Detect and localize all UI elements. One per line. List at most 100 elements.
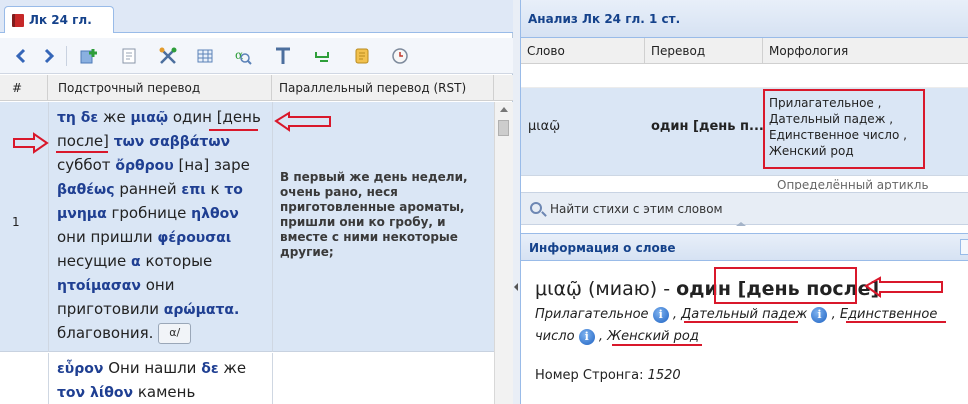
- greek-word[interactable]: μιαῷ: [131, 110, 169, 126]
- analysis-title: Анализ Лк 24 гл. 1 ст.: [528, 12, 681, 26]
- separator: ,: [831, 307, 836, 322]
- panel-toggle-icon[interactable]: [960, 239, 968, 255]
- rus-word: же: [223, 359, 247, 377]
- reading-panel: Лк 24 гл. α # Подстрочный перевод Паралл…: [0, 0, 513, 404]
- rus-word: камень: [137, 383, 196, 401]
- hebrew-icon[interactable]: [311, 45, 333, 67]
- column-header-translation[interactable]: Перевод: [645, 38, 763, 64]
- rus-word: они пришли: [57, 228, 153, 246]
- word-info-title: Информация о слове: [529, 241, 676, 255]
- analysis-row[interactable]: [521, 65, 968, 88]
- book-icon: [12, 14, 24, 27]
- morph-case: Дательный падеж: [681, 307, 808, 322]
- column-divider: [48, 102, 49, 352]
- history-clock-icon[interactable]: [389, 45, 411, 67]
- analysis-translation: один [день п...: [651, 119, 764, 134]
- word-meaning: один [день после]: [676, 278, 880, 300]
- rus-word: благовония.: [57, 324, 154, 342]
- info-icon[interactable]: i: [811, 307, 828, 323]
- find-verses-button[interactable]: Найти стихи с этим словом: [521, 192, 968, 226]
- morph-number-b: число: [535, 329, 575, 344]
- greek-word[interactable]: επι: [181, 182, 205, 198]
- info-icon[interactable]: i: [652, 307, 669, 323]
- scroll-up-arrow-icon[interactable]: [500, 107, 508, 112]
- back-arrow-icon[interactable]: [10, 45, 32, 67]
- column-header-num[interactable]: #: [0, 75, 48, 101]
- strong-number-line: Номер Стронга: 1520: [535, 368, 681, 383]
- greek-search-icon[interactable]: α: [232, 45, 254, 67]
- scroll-icon[interactable]: [351, 45, 373, 67]
- word-dash: -: [663, 278, 671, 300]
- separator: ,: [672, 307, 677, 322]
- column-header-interlinear[interactable]: Подстрочный перевод: [48, 75, 272, 101]
- morph-adjective: Прилагательное: [535, 307, 649, 322]
- table-view-icon[interactable]: [194, 45, 216, 67]
- greek-word[interactable]: εὗρον: [57, 361, 103, 377]
- greek-word[interactable]: ὄρθρου: [115, 158, 173, 174]
- rus-word: которые: [145, 252, 213, 270]
- strong-numbers-button[interactable]: α/: [158, 323, 192, 344]
- toolbar-divider: [66, 46, 67, 66]
- column-header-morphology[interactable]: Морфология: [763, 38, 968, 64]
- search-icon: [530, 202, 542, 214]
- separator: ,: [598, 329, 603, 344]
- greek-word[interactable]: αρώματα.: [164, 302, 240, 318]
- greek-word[interactable]: βαθέως: [57, 182, 115, 198]
- morph-line: Дательный падеж ,: [769, 112, 894, 126]
- greek-word[interactable]: τον λίθον: [57, 385, 133, 401]
- tab-luke-24[interactable]: Лк 24 гл.: [4, 6, 114, 33]
- vertical-scrollbar[interactable]: [494, 102, 513, 404]
- greek-word[interactable]: α: [131, 254, 141, 270]
- greek-word[interactable]: φέρουσαι: [157, 230, 231, 246]
- text-format-icon[interactable]: [272, 45, 294, 67]
- rus-word: Они нашли: [108, 359, 197, 377]
- rus-word: к: [210, 180, 220, 198]
- collapse-arrow-icon[interactable]: [514, 283, 518, 291]
- scrollbar-thumb[interactable]: [498, 120, 509, 136]
- greek-word[interactable]: ηλθον: [191, 206, 239, 222]
- morph-gender: Женский род: [607, 329, 699, 344]
- find-verses-label: Найти стихи с этим словом: [550, 202, 723, 216]
- tools-icon[interactable]: [157, 45, 179, 67]
- interlinear-text: τη δε же μιαῷ один [день после] των σαββ…: [57, 106, 267, 345]
- morph-line: Единственное число ,: [769, 128, 907, 142]
- column-divider: [272, 353, 273, 404]
- word-translit: (миаю): [588, 278, 658, 300]
- rus-word: ранней: [119, 180, 177, 198]
- greek-word[interactable]: τη δε: [57, 110, 98, 126]
- morph-line: Прилагательное ,: [769, 96, 882, 110]
- verse-row[interactable]: εὗρον Они нашли δε же τον λίθον камень: [0, 353, 494, 404]
- rus-word: же: [102, 108, 126, 126]
- analysis-grid-header: Слово Перевод Морфология: [521, 38, 968, 64]
- analysis-panel: Анализ Лк 24 гл. 1 ст. Слово Перевод Мор…: [520, 0, 968, 404]
- morph-line: Женский род: [769, 144, 854, 158]
- analysis-row-partial[interactable]: Определённый артикль: [777, 178, 929, 190]
- forward-arrow-icon[interactable]: [38, 45, 60, 67]
- reading-toolbar: α: [0, 38, 513, 74]
- column-divider: [272, 102, 273, 352]
- notes-icon[interactable]: [118, 45, 140, 67]
- panel-splitter[interactable]: [513, 0, 520, 404]
- verse-grid-header: # Подстрочный перевод Параллельный перев…: [0, 75, 513, 101]
- verse-number: 1: [12, 215, 20, 229]
- strong-label: Номер Стронга:: [535, 368, 644, 383]
- greek-word[interactable]: ητοίμασαν: [57, 278, 141, 294]
- greek-word[interactable]: των σαββάτων: [114, 134, 230, 150]
- info-icon[interactable]: i: [578, 329, 595, 345]
- greek-word[interactable]: δε: [201, 361, 218, 377]
- word-info-body: μιαῷ (миаю) - один [день после] Прилагат…: [521, 262, 968, 404]
- column-divider: [48, 353, 49, 404]
- strong-value[interactable]: 1520: [648, 368, 681, 383]
- word-morphology: Прилагательное i , Дательный падеж i , Е…: [535, 304, 965, 348]
- analysis-row-selected[interactable]: μιαῷ один [день п... Прилагательное , Да…: [521, 88, 968, 176]
- interlinear-text: εὗρον Они нашли δε же τον λίθον камень: [57, 357, 267, 404]
- column-header-word[interactable]: Слово: [521, 38, 645, 64]
- column-header-parallel[interactable]: Параллельный перевод (RST): [272, 75, 494, 101]
- add-bookmark-icon[interactable]: [78, 45, 100, 67]
- word-greek: μιαῷ: [535, 278, 582, 300]
- parallel-translation: В первый же день недели, очень рано, нес…: [280, 170, 468, 259]
- tab-strip: Лк 24 гл.: [0, 0, 513, 33]
- rus-word: гробнице: [111, 204, 187, 222]
- splitter-grip-icon[interactable]: [736, 222, 746, 226]
- verse-row-selected[interactable]: 1 τη δε же μιαῷ один [день после] των σα…: [0, 102, 494, 352]
